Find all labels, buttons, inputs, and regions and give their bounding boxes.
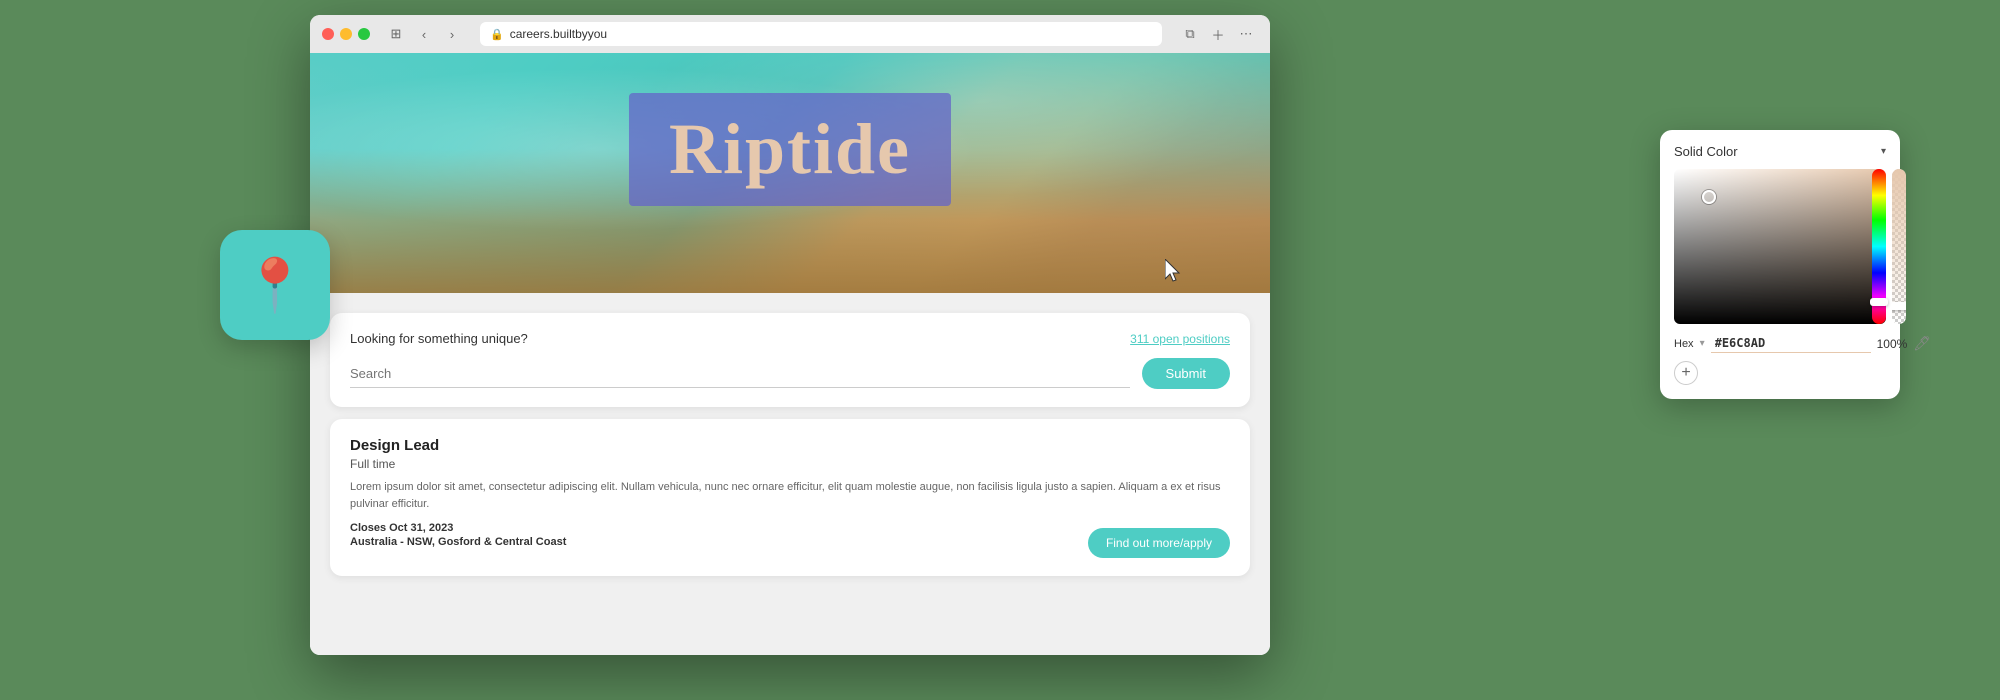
location-widget: 📍 [220,230,330,340]
open-positions-link[interactable]: 311 open positions [1130,332,1230,346]
search-input[interactable] [350,360,1130,388]
color-picker-title: Solid Color [1674,144,1738,159]
browser-window: ⊞ ‹ › 🔒 careers.builtbyyou ⧉ ＋ ⋯ Riptide [310,15,1270,655]
hue-slider[interactable] [1872,169,1886,324]
eyedropper-icon[interactable]: 🖊 [1913,335,1931,352]
hex-input[interactable] [1711,334,1871,353]
submit-button[interactable]: Submit [1142,358,1230,389]
location-pin-icon: 📍 [243,255,308,316]
alpha-thumb[interactable] [1892,302,1906,310]
lock-icon: 🔒 [490,28,504,41]
format-dropdown-icon[interactable]: ▾ [1700,338,1705,349]
grid-icon[interactable]: ⊞ [384,22,408,46]
hex-row: Hex ▾ 100% 🖊 [1674,334,1886,353]
search-card: Looking for something unique? 311 open p… [330,313,1250,407]
forward-button[interactable]: › [440,22,464,46]
browser-toolbar: ⊞ ‹ › [384,22,464,46]
website-content: Riptide Looking for something unique? 31… [310,53,1270,655]
hero-section: Riptide [310,53,1270,293]
browser-chrome: ⊞ ‹ › 🔒 careers.builtbyyou ⧉ ＋ ⋯ [310,15,1270,53]
alpha-gradient [1892,169,1906,324]
alpha-slider[interactable] [1892,169,1906,324]
dropdown-arrow-icon[interactable]: ▾ [1881,146,1886,157]
minimize-button[interactable] [340,28,352,40]
cursor [1165,259,1185,288]
search-label: Looking for something unique? [350,331,528,346]
add-tab-icon[interactable]: ＋ [1206,22,1230,46]
search-header: Looking for something unique? 311 open p… [350,331,1230,346]
maximize-button[interactable] [358,28,370,40]
gradient-cursor[interactable] [1702,190,1716,204]
color-picker-header: Solid Color ▾ [1674,144,1886,159]
color-picker-controls [1674,169,1886,324]
hero-title-box: Riptide [629,93,951,206]
address-bar[interactable]: 🔒 careers.builtbyyou [480,22,1162,46]
close-button[interactable] [322,28,334,40]
opacity-value: 100% [1877,337,1908,351]
search-row: Submit [350,358,1230,389]
traffic-lights [322,28,370,40]
job-card: Design Lead Full time Lorem ipsum dolor … [330,419,1250,576]
apply-button[interactable]: Find out more/apply [1088,528,1230,558]
format-select[interactable]: Hex [1674,338,1694,350]
back-button[interactable]: ‹ [412,22,436,46]
job-type: Full time [350,457,1230,471]
new-tab-icon[interactable]: ⧉ [1178,22,1202,46]
add-color-button[interactable]: + [1674,361,1698,385]
color-picker-panel: Solid Color ▾ Hex ▾ 100% 🖊 + [1660,130,1900,399]
hero-title: Riptide [669,108,911,191]
job-title: Design Lead [350,437,1230,454]
color-gradient-area[interactable] [1674,169,1886,324]
menu-icon[interactable]: ⋯ [1234,22,1258,46]
hue-thumb[interactable] [1870,298,1888,306]
url-text: careers.builtbyyou [510,27,607,41]
browser-right-icons: ⧉ ＋ ⋯ [1178,22,1258,46]
job-description: Lorem ipsum dolor sit amet, consectetur … [350,479,1230,512]
main-content: Looking for something unique? 311 open p… [310,293,1270,655]
